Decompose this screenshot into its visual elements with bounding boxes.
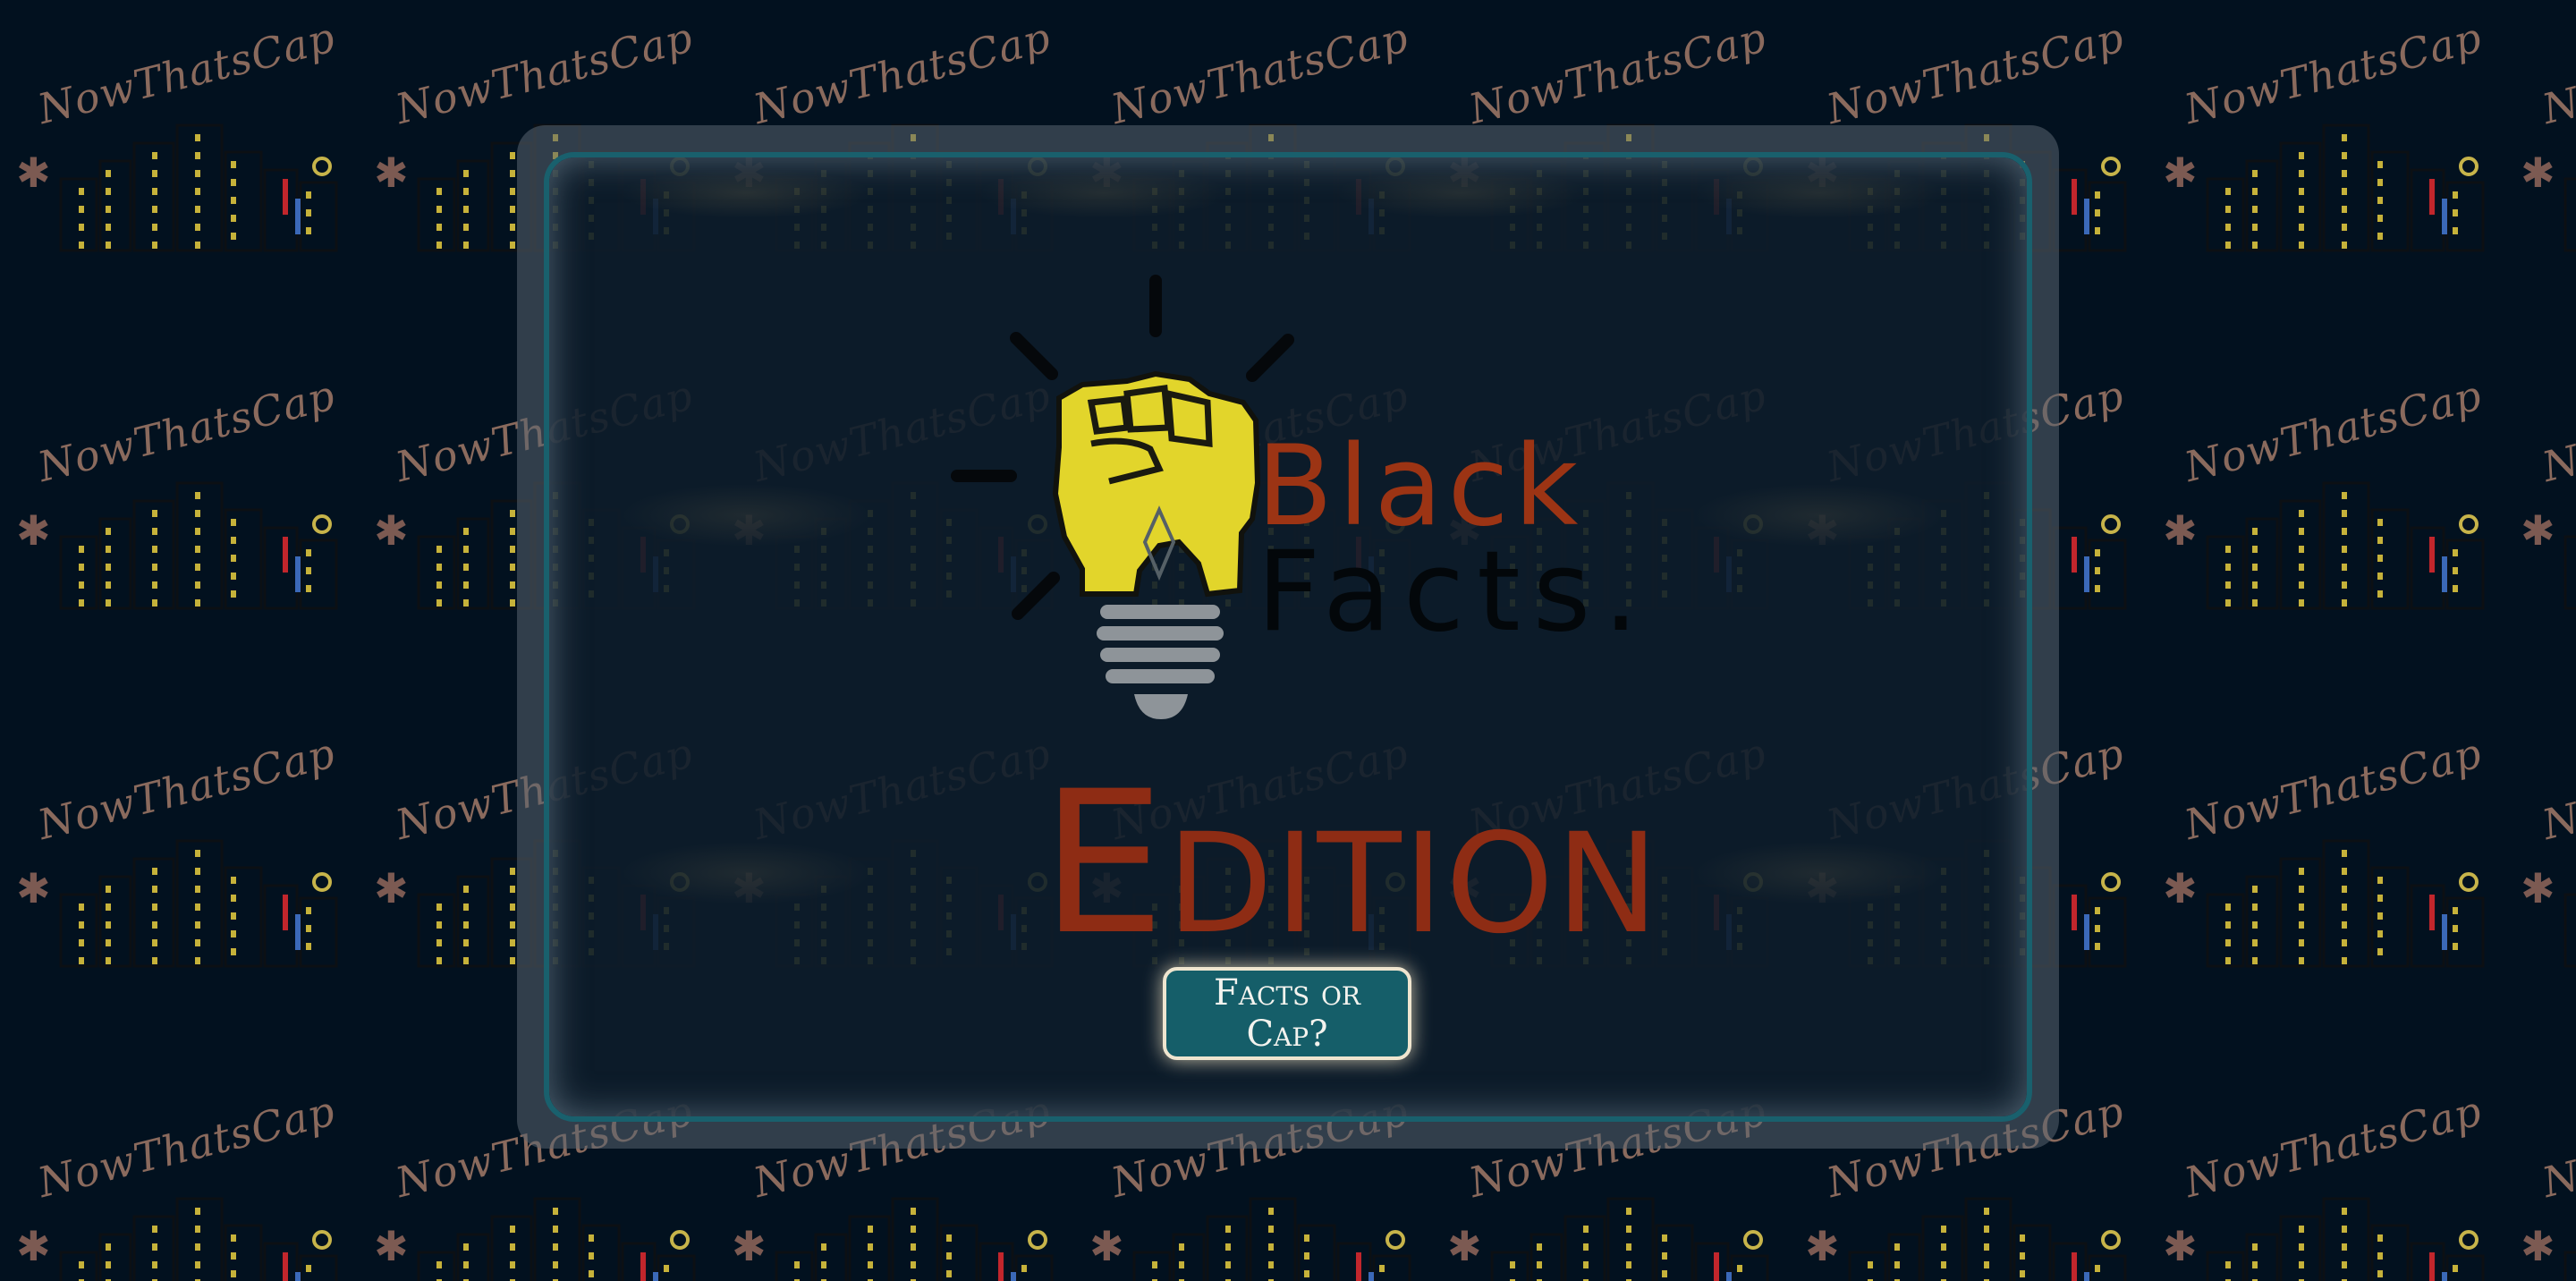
background-logo-tile: ✱NowThatsCap [2147,1065,2504,1281]
star-icon: ✱ [16,148,51,197]
star-icon: ✱ [374,506,409,555]
background-logo-tile: ✱NowThatsCap [0,349,358,707]
background-logo-tile: ✱NowThatsCap [2504,0,2576,349]
star-icon: ✱ [1447,1222,1482,1270]
star-icon: ✱ [732,1222,767,1270]
star-icon: ✱ [2521,1222,2555,1270]
star-icon: ✱ [16,1222,51,1270]
background-logo-tile: ✱NowThatsCap [0,0,358,349]
star-icon: ✱ [1089,1222,1124,1270]
star-icon: ✱ [2163,1222,2198,1270]
background-logo-tile: ✱NowThatsCap [2147,349,2504,707]
star-icon: ✱ [374,148,409,197]
logo-word-black: Black [1257,422,1584,551]
background-logo-tile: ✱NowThatsCap [2147,0,2504,349]
city-skyline-icon [2563,177,2576,252]
star-icon: ✱ [1805,1222,1840,1270]
background-logo-tile: ✱NowThatsCap [0,1065,358,1281]
star-icon: ✱ [16,506,51,555]
star-icon: ✱ [2163,148,2198,197]
logo-word-facts: Facts. [1257,528,1651,657]
edition-title: Edition [1040,749,1661,978]
facts-or-cap-button[interactable]: Facts or Cap? [1163,967,1411,1060]
background-logo-tile: ✱NowThatsCap [2504,1065,2576,1281]
star-icon: ✱ [2521,148,2555,197]
star-icon: ✱ [2521,506,2555,555]
background-logo-tile: ✱NowThatsCap [2504,349,2576,707]
star-icon: ✱ [2163,506,2198,555]
star-icon: ✱ [374,1222,409,1270]
